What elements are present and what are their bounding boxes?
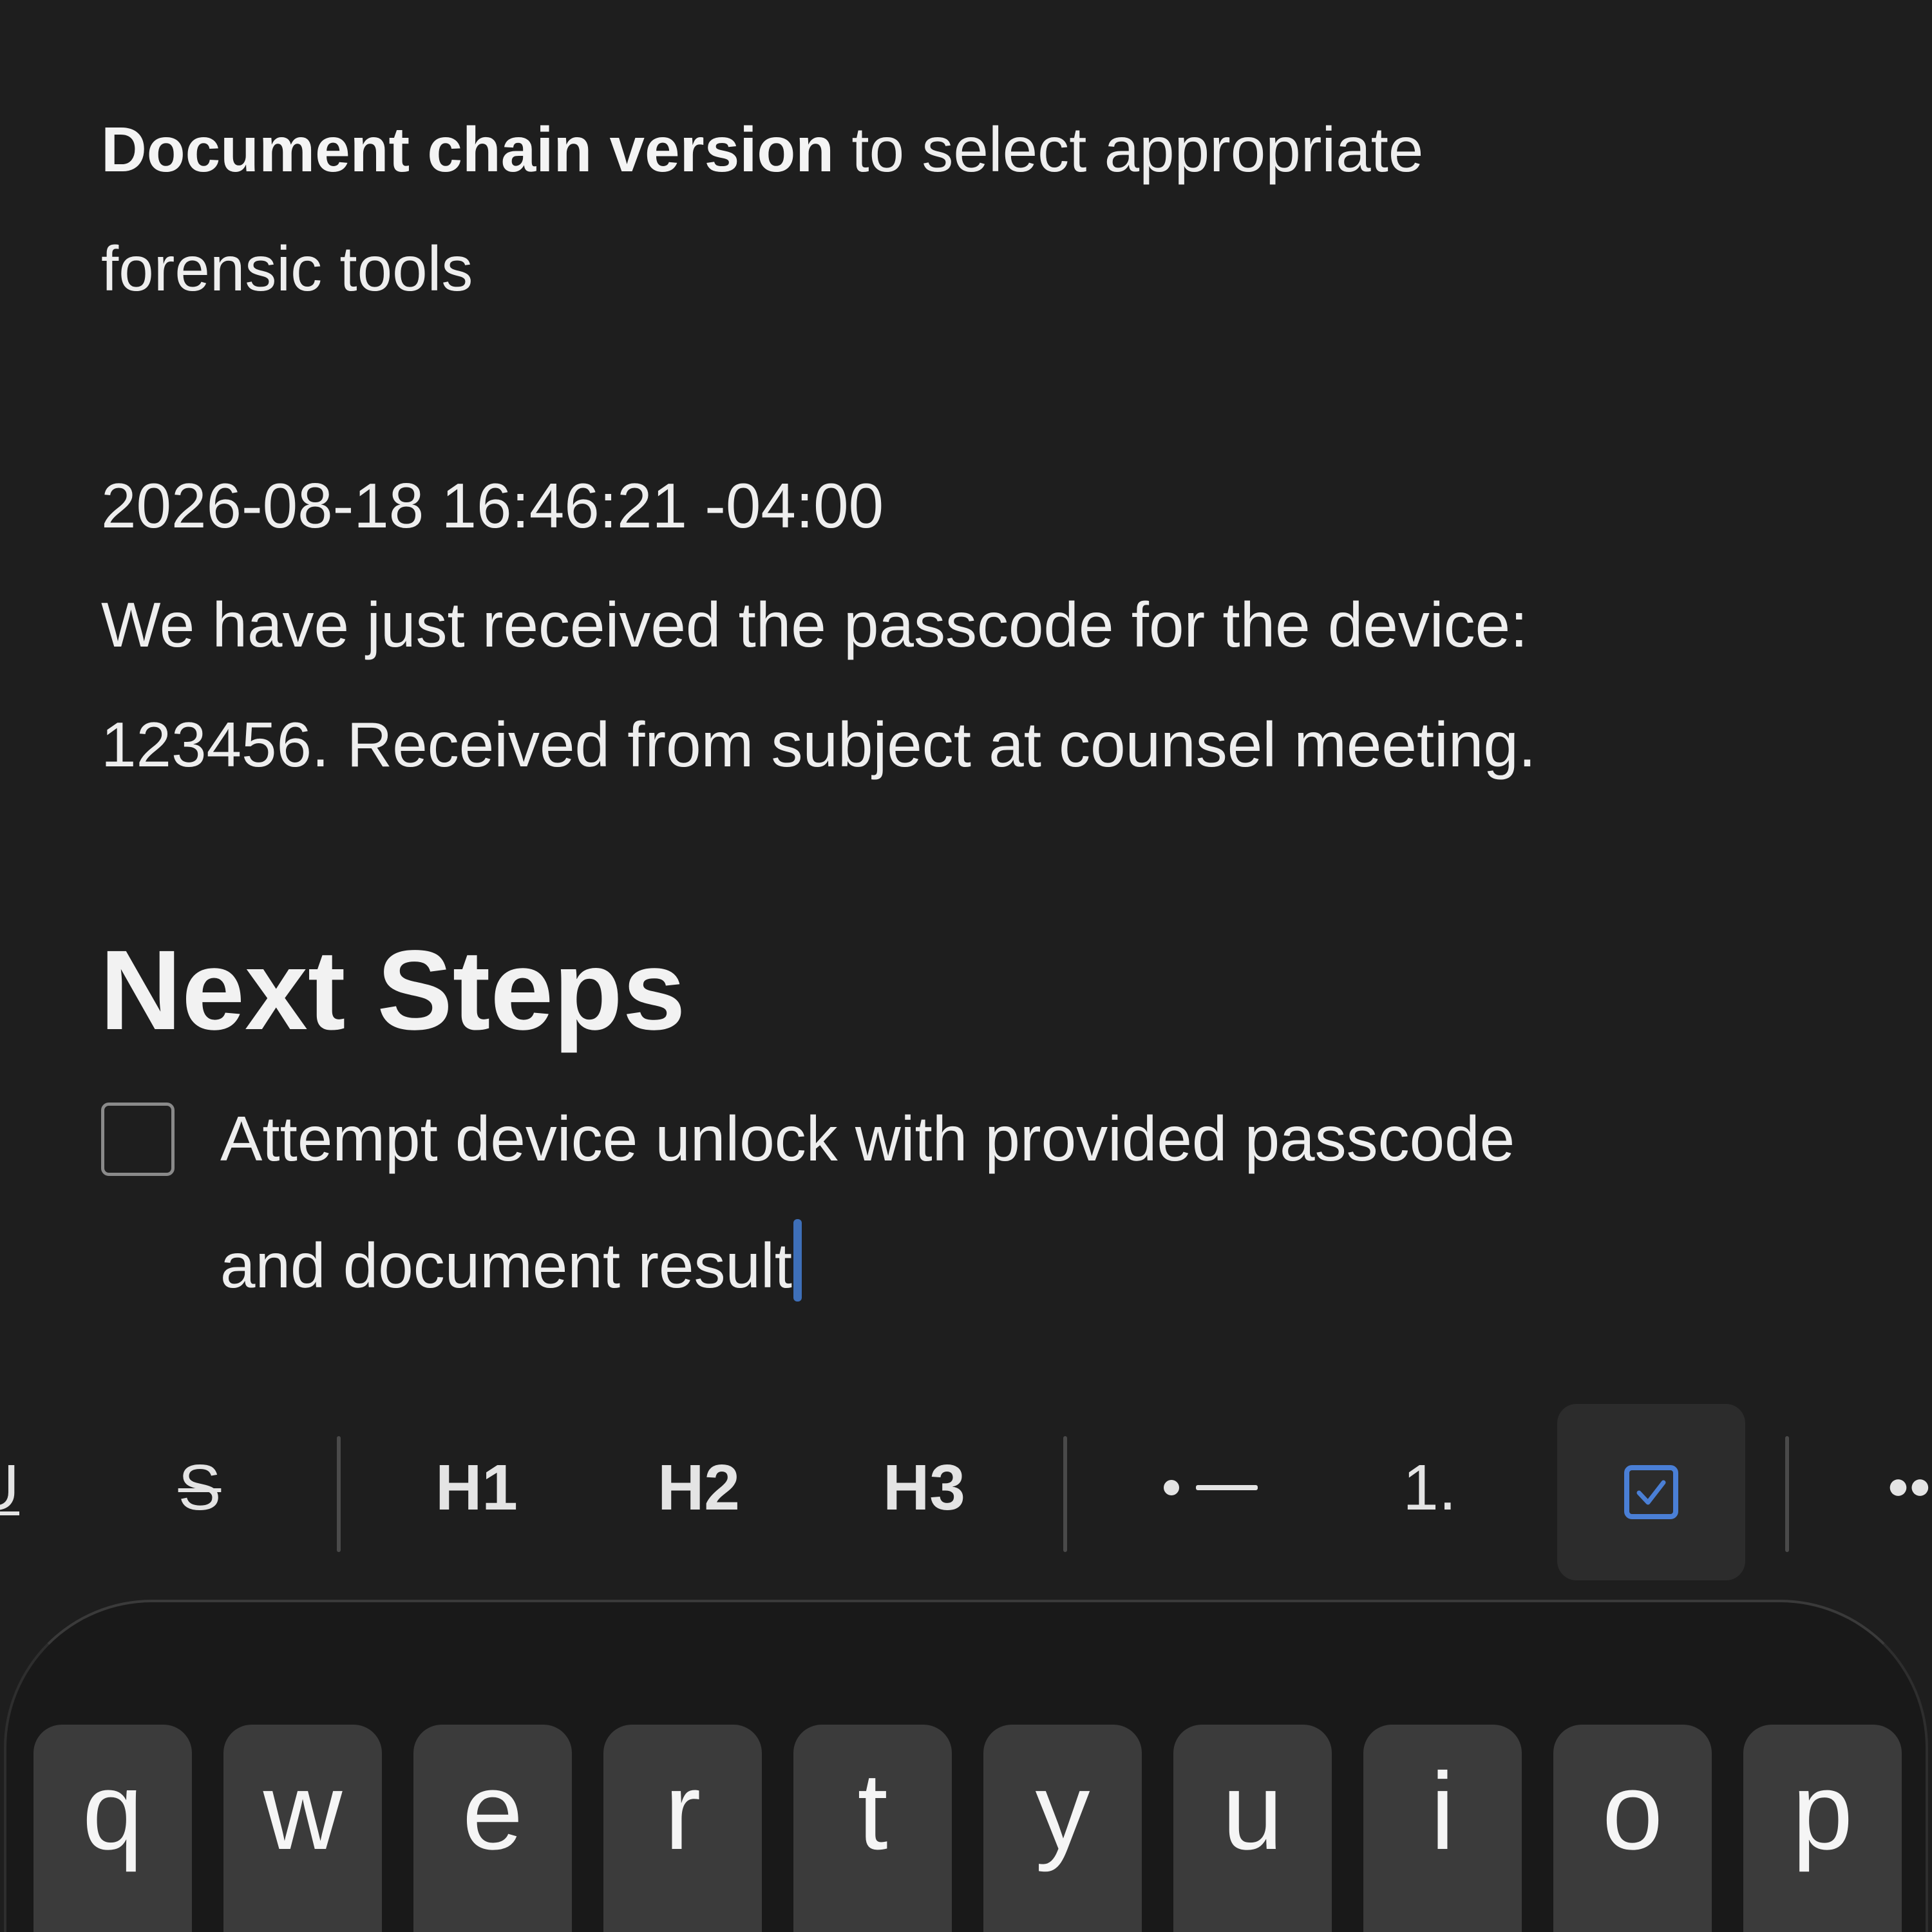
plain-text: to select appropriate	[834, 114, 1424, 185]
heading-1-button[interactable]: H1	[412, 1397, 541, 1578]
timestamp-line: 2026-08-18 16:46:21 -04:00	[101, 470, 884, 541]
key-y[interactable]: y	[983, 1725, 1142, 1932]
format-toolbar: U S H1 H2 H3 1.	[0, 1397, 1932, 1580]
key-o[interactable]: o	[1553, 1725, 1712, 1932]
key-q[interactable]: q	[33, 1725, 192, 1932]
key-w[interactable]: w	[223, 1725, 382, 1932]
bulleted-list-icon	[1164, 1480, 1258, 1495]
paragraph-line: Document chain version to select appropr…	[101, 111, 1423, 188]
paragraph-line: forensic tools	[101, 233, 473, 304]
quote-button[interactable]	[1887, 1397, 1932, 1578]
todo-text-continued: and document result	[220, 1230, 792, 1301]
key-r[interactable]: r	[603, 1725, 762, 1932]
on-screen-keyboard: q w e r t y u i o p	[4, 1600, 1928, 1932]
bulleted-list-button[interactable]	[1146, 1397, 1275, 1578]
heading-3-button[interactable]: H3	[860, 1397, 989, 1578]
section-heading: Next Steps	[100, 927, 686, 1054]
toolbar-divider	[1063, 1436, 1067, 1552]
quote-icon	[1889, 1479, 1929, 1496]
underline-icon: U	[0, 1451, 19, 1525]
checklist-button[interactable]	[1557, 1404, 1745, 1580]
note-editor[interactable]: Document chain version to select appropr…	[0, 0, 1932, 1397]
underline-button[interactable]: U	[0, 1397, 19, 1578]
strikethrough-button[interactable]: S	[148, 1397, 251, 1578]
key-e[interactable]: e	[413, 1725, 572, 1932]
paragraph-line: 123456. Received from subject at counsel…	[101, 709, 1537, 780]
toolbar-divider	[337, 1436, 341, 1552]
numbered-list-button[interactable]: 1.	[1365, 1397, 1494, 1578]
todo-checkbox[interactable]	[101, 1103, 175, 1176]
strikethrough-icon: S	[178, 1451, 222, 1524]
heading-2-button[interactable]: H2	[634, 1397, 763, 1578]
key-i[interactable]: i	[1363, 1725, 1522, 1932]
key-p[interactable]: p	[1743, 1725, 1902, 1932]
todo-text: Attempt device unlock with provided pass…	[220, 1103, 1515, 1174]
checklist-icon	[1624, 1465, 1678, 1519]
todo-text-line2: and document result	[220, 1219, 802, 1304]
text-caret	[793, 1219, 802, 1302]
key-t[interactable]: t	[793, 1725, 952, 1932]
paragraph-line: We have just received the passcode for t…	[101, 589, 1528, 660]
bold-text: Document chain version	[101, 114, 835, 185]
toolbar-divider	[1785, 1436, 1789, 1552]
key-u[interactable]: u	[1173, 1725, 1332, 1932]
